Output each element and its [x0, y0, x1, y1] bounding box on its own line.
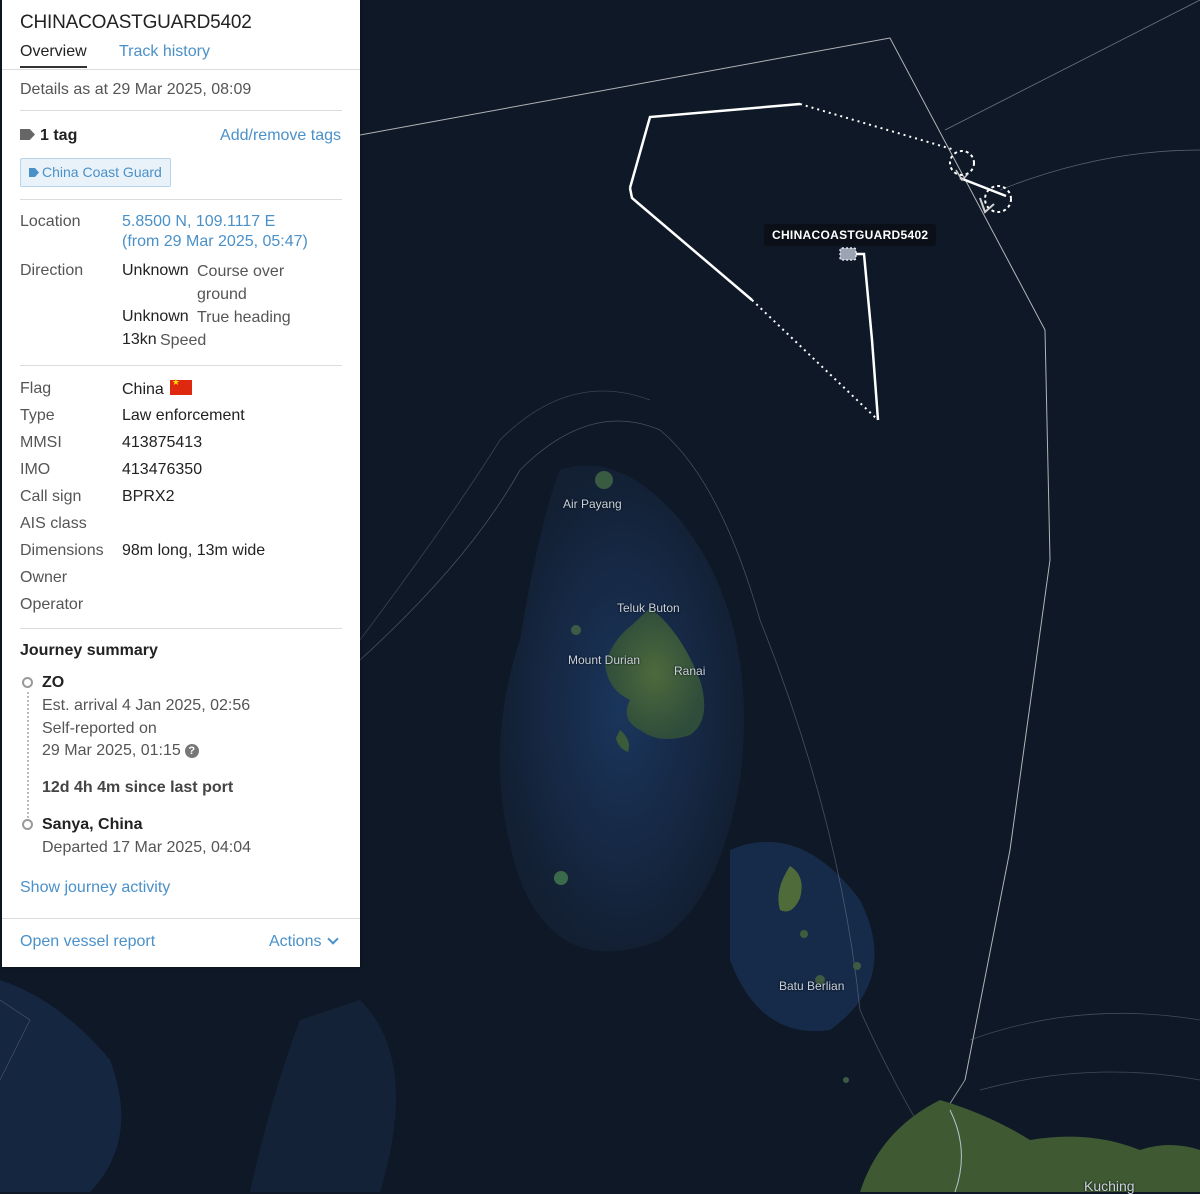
journey-connector	[27, 692, 29, 818]
tab-bar: Overview Track history	[2, 40, 360, 70]
type-label: Type	[20, 407, 55, 424]
tab-overview[interactable]: Overview	[20, 43, 87, 68]
owner-label: Owner	[20, 569, 68, 586]
course-label-2: ground	[197, 286, 247, 303]
divider	[20, 365, 342, 366]
imo-value: 413476350	[122, 461, 203, 478]
tag-chip[interactable]: China Coast Guard	[20, 158, 171, 187]
callsign-value: BPRX2	[122, 488, 175, 505]
tab-track-history[interactable]: Track history	[119, 43, 210, 61]
destination-name: ZO	[42, 674, 65, 691]
direction-label: Direction	[20, 262, 84, 279]
vessel-marker	[839, 247, 857, 261]
divider	[20, 628, 342, 629]
operator-label: Operator	[20, 596, 84, 613]
divider	[20, 199, 342, 200]
departed-time: Departed 17 Mar 2025, 04:04	[42, 839, 252, 856]
location-label: Location	[20, 213, 81, 230]
callsign-label: Call sign	[20, 488, 82, 505]
flag-label: Flag	[20, 380, 52, 397]
type-value: Law enforcement	[122, 407, 245, 424]
dimensions-label: Dimensions	[20, 542, 104, 559]
location-coords[interactable]: 5.8500 N, 109.1117 E	[122, 213, 275, 231]
actions-button[interactable]: Actions	[269, 933, 339, 951]
destination-marker-icon	[22, 677, 33, 688]
dimensions-value: 98m long, 13m wide	[122, 542, 266, 559]
est-arrival: Est. arrival 4 Jan 2025, 02:56	[42, 697, 251, 714]
since-last-port: 12d 4h 4m since last port	[42, 779, 234, 796]
place-label: Teluk Buton	[617, 601, 680, 615]
course-value: Unknown	[122, 262, 189, 279]
imo-label: IMO	[20, 461, 51, 478]
tag-icon	[29, 168, 39, 177]
mmsi-label: MMSI	[20, 434, 62, 451]
speed-label: Speed	[160, 332, 207, 349]
flag-value: China	[122, 377, 192, 399]
location-from[interactable]: (from 29 Mar 2025, 05:47)	[122, 233, 308, 251]
journey-summary-title: Journey summary	[20, 642, 158, 659]
help-icon[interactable]: ?	[184, 744, 199, 758]
self-reported-time: 29 Mar 2025, 01:15?	[42, 742, 199, 760]
course-label: Course over	[197, 263, 285, 280]
vessel-name: CHINACOASTGUARD5402	[20, 12, 252, 33]
place-label: Batu Berlian	[779, 979, 845, 993]
origin-port: Sanya, China	[42, 816, 143, 833]
divider	[20, 110, 342, 111]
self-reported-label: Self-reported on	[42, 720, 157, 737]
mmsi-value: 413875413	[122, 434, 203, 451]
open-vessel-report-link[interactable]: Open vessel report	[20, 933, 155, 951]
tag-count: 1 tag	[20, 127, 77, 145]
speed-value: 13kn	[122, 331, 157, 348]
place-label: Mount Durian	[568, 653, 641, 667]
tag-icon	[20, 129, 35, 140]
heading-label: True heading	[197, 309, 291, 326]
flag-cn-icon	[169, 377, 192, 395]
place-label: Air Payang	[563, 497, 622, 511]
ais-class-label: AIS class	[20, 515, 87, 532]
heading-value: Unknown	[122, 308, 189, 325]
vessel-map-label[interactable]: CHINACOASTGUARD5402	[764, 224, 937, 246]
chevron-down-icon	[327, 933, 339, 945]
show-journey-activity-link[interactable]: Show journey activity	[20, 879, 170, 897]
place-label: Ranai	[674, 664, 706, 678]
divider	[2, 918, 360, 919]
vessel-details-panel: CHINACOASTGUARD5402 Overview Track histo…	[2, 0, 360, 967]
details-timestamp: Details as at 29 Mar 2025, 08:09	[20, 81, 252, 98]
origin-marker-icon	[22, 819, 33, 830]
add-remove-tags-link[interactable]: Add/remove tags	[220, 127, 341, 145]
